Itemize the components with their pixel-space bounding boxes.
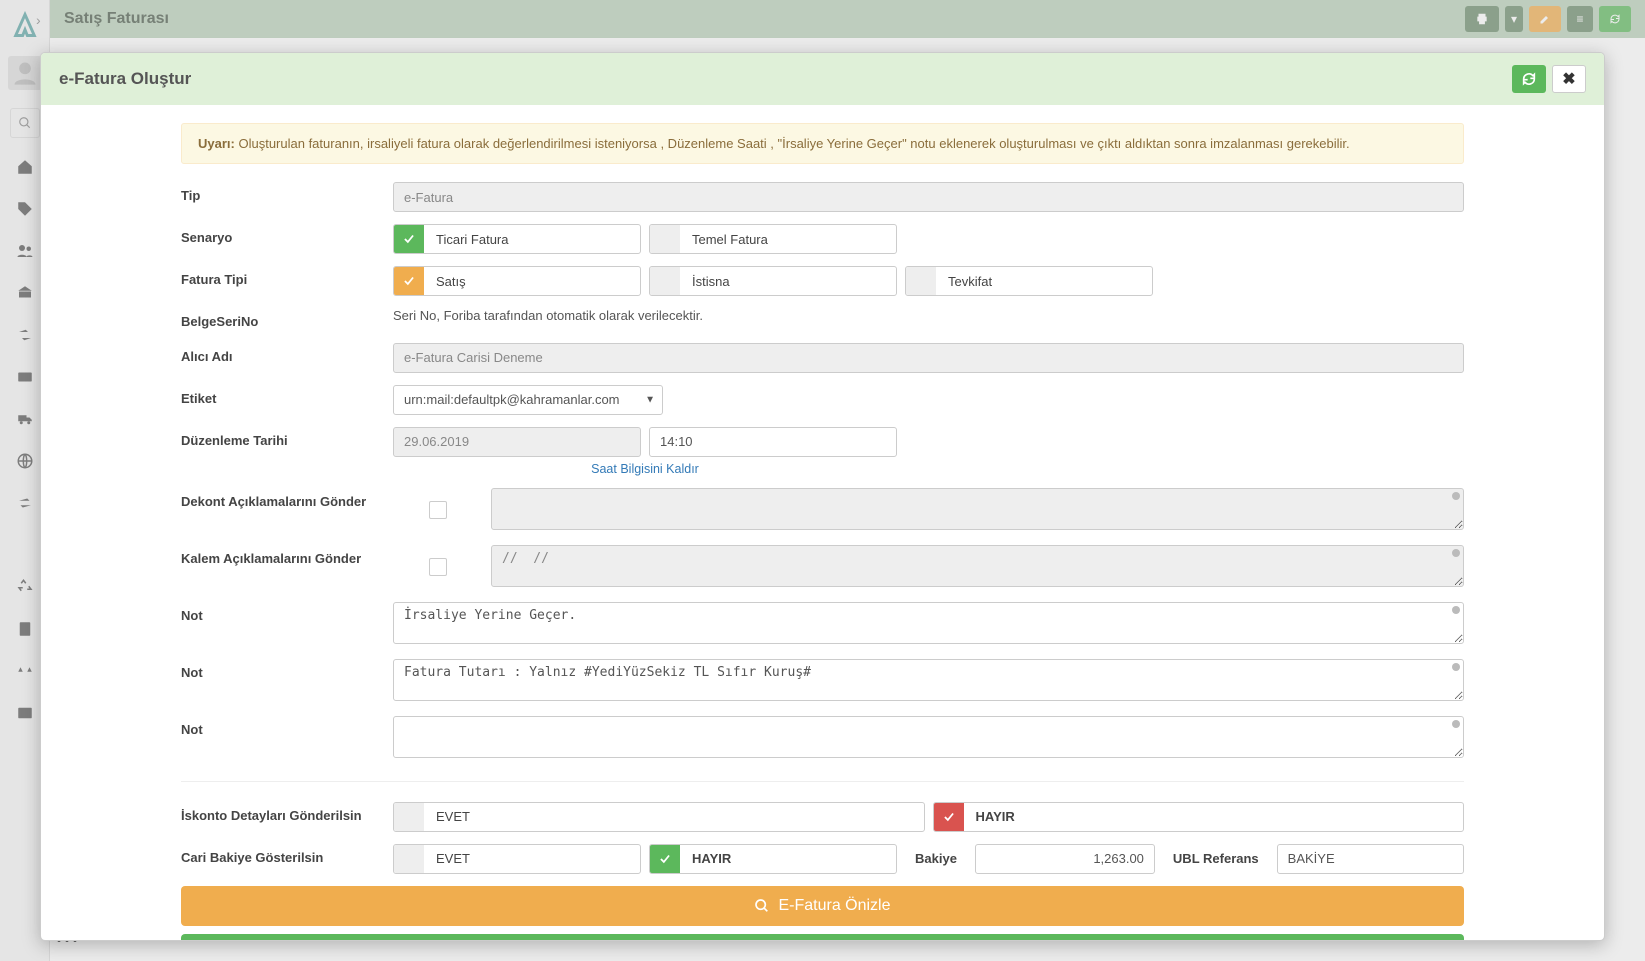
kalem-checkbox[interactable] (429, 558, 447, 576)
label-alici: Alıcı Adı (181, 343, 393, 366)
warning-alert: Uyarı: Oluşturulan faturanın, irsaliyeli… (181, 123, 1464, 164)
search-icon (754, 898, 770, 914)
kalem-textarea: // // (491, 545, 1464, 587)
senaryo-temel-toggle[interactable]: Temel Fatura (649, 224, 897, 254)
onizle-button[interactable]: E-Fatura Önizle (181, 886, 1464, 926)
tarih-input (393, 427, 641, 457)
ftipi-satis-toggle[interactable]: Satış (393, 266, 641, 296)
belgeseri-hint: Seri No, Foriba tarafından otomatik olar… (393, 308, 703, 323)
not2-textarea[interactable]: Fatura Tutarı : Yalnız #YediYüzSekiz TL … (393, 659, 1464, 701)
pin-icon (1452, 663, 1460, 671)
cari-evet-toggle[interactable]: EVET (393, 844, 641, 874)
label-fatura-tipi: Fatura Tipi (181, 266, 393, 289)
label-not1: Not (181, 602, 393, 625)
ftipi-satis-label: Satış (424, 267, 640, 295)
iskonto-hayir-toggle[interactable]: HAYIR (933, 802, 1465, 832)
efatura-modal: e-Fatura Oluştur ✖ Uyarı: Oluşturulan fa… (40, 52, 1605, 941)
label-not3: Not (181, 716, 393, 739)
modal-body: Uyarı: Oluşturulan faturanın, irsaliyeli… (41, 105, 1604, 940)
bakiye-input[interactable] (975, 844, 1155, 874)
cari-evet-label: EVET (424, 845, 640, 873)
not3-textarea[interactable] (393, 716, 1464, 758)
modal-close-button[interactable]: ✖ (1552, 65, 1586, 93)
iskonto-hayir-label: HAYIR (964, 803, 1464, 831)
divider (181, 781, 1464, 782)
label-kalem: Kalem Açıklamalarını Gönder (181, 545, 393, 568)
label-etiket: Etiket (181, 385, 393, 408)
onizle-label: E-Fatura Önizle (778, 897, 890, 915)
label-belgeseri: BelgeSeriNo (181, 308, 393, 331)
label-bakiye: Bakiye (905, 851, 967, 866)
dekont-textarea (491, 488, 1464, 530)
modal-header: e-Fatura Oluştur ✖ (41, 53, 1604, 105)
pin-icon (1452, 549, 1460, 557)
ftipi-istisna-label: İstisna (680, 267, 896, 295)
senaryo-ticari-label: Ticari Fatura (424, 225, 640, 253)
ftipi-tevkifat-toggle[interactable]: Tevkifat (905, 266, 1153, 296)
label-tip: Tip (181, 182, 393, 205)
not1-textarea[interactable]: İrsaliye Yerine Geçer. (393, 602, 1464, 644)
label-not2: Not (181, 659, 393, 682)
pin-icon (1452, 720, 1460, 728)
pin-icon (1452, 606, 1460, 614)
alici-input (393, 343, 1464, 373)
warning-label: Uyarı: (198, 136, 235, 151)
senaryo-temel-label: Temel Fatura (680, 225, 896, 253)
modal-title: e-Fatura Oluştur (59, 69, 191, 89)
senaryo-ticari-toggle[interactable]: Ticari Fatura (393, 224, 641, 254)
label-ubl: UBL Referans (1163, 852, 1269, 866)
ftipi-tevkifat-label: Tevkifat (936, 267, 1152, 295)
label-iskonto: İskonto Detayları Gönderilsin (181, 802, 393, 825)
pin-icon (1452, 492, 1460, 500)
ftipi-istisna-toggle[interactable]: İstisna (649, 266, 897, 296)
cari-hayir-toggle[interactable]: HAYIR (649, 844, 897, 874)
warning-text: Oluşturulan faturanın, irsaliyeli fatura… (238, 136, 1349, 151)
dekont-checkbox[interactable] (429, 501, 447, 519)
etiket-select[interactable]: urn:mail:defaultpk@kahramanlar.com (393, 385, 663, 415)
iskonto-evet-toggle[interactable]: EVET (393, 802, 925, 832)
ubl-input[interactable] (1277, 844, 1464, 874)
modal-refresh-button[interactable] (1512, 65, 1546, 93)
saat-kaldir-link[interactable]: Saat Bilgisini Kaldır (591, 462, 699, 476)
label-caribakiye: Cari Bakiye Gösterilsin (181, 844, 393, 867)
iskonto-evet-label: EVET (424, 803, 924, 831)
gonder-button[interactable]: E-Fatura Gönder (181, 934, 1464, 940)
saat-input[interactable] (649, 427, 897, 457)
tip-input (393, 182, 1464, 212)
label-senaryo: Senaryo (181, 224, 393, 247)
label-duzenleme: Düzenleme Tarihi (181, 427, 393, 450)
cari-hayir-label: HAYIR (680, 845, 896, 873)
label-dekont: Dekont Açıklamalarını Gönder (181, 488, 393, 511)
